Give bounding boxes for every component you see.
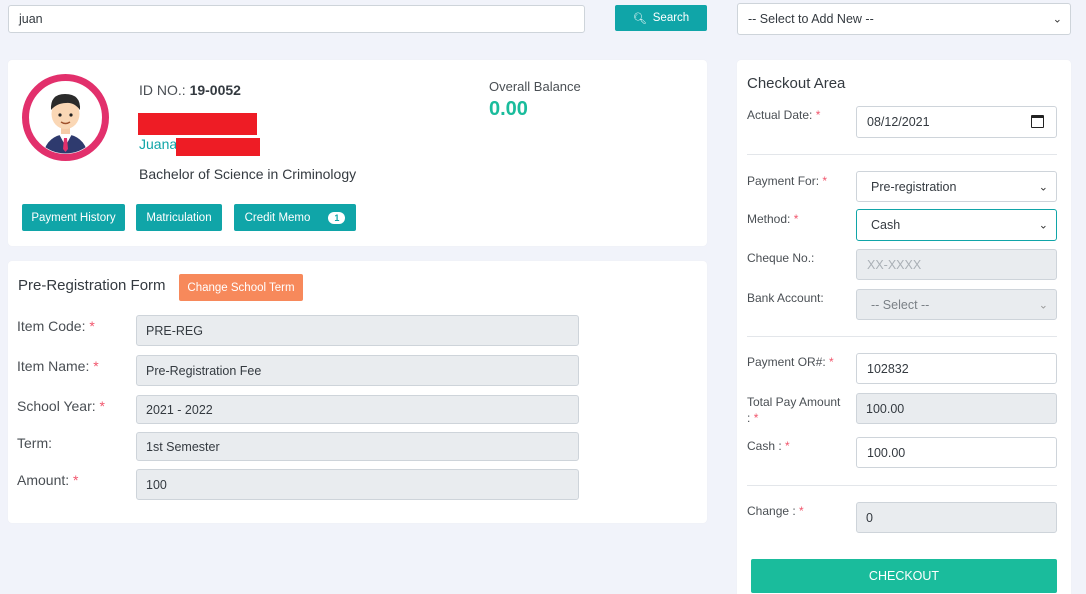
credit-memo-badge: 1 — [328, 211, 346, 224]
checkout-title: Checkout Area — [747, 75, 846, 92]
item-code-label: Item Code: * — [17, 318, 95, 334]
search-icon: 🔍︎ — [632, 12, 647, 25]
item-code-field: PRE-REG — [136, 315, 579, 346]
avatar — [22, 74, 109, 161]
search-input[interactable]: juan — [8, 5, 585, 33]
matriculation-button[interactable]: Matriculation — [136, 204, 222, 231]
payment-or-input[interactable]: 102832 — [856, 353, 1057, 384]
student-course: Bachelor of Science in Criminology — [139, 166, 357, 182]
term-label: Term: — [17, 435, 52, 451]
student-first-name[interactable]: Juana — [139, 136, 177, 152]
divider — [747, 485, 1057, 486]
student-id: ID NO.: 19-0052 — [139, 82, 241, 98]
add-new-select-value: -- Select to Add New -- — [748, 12, 874, 26]
cheque-no-label: Cheque No.: — [747, 251, 815, 265]
method-label: Method: * — [747, 212, 799, 226]
chevron-down-icon: ⌄ — [1038, 219, 1048, 232]
form-title: Pre-Registration Form — [18, 277, 166, 294]
overall-balance-label: Overall Balance — [489, 79, 581, 94]
change-label: Change : * — [747, 504, 804, 518]
school-year-label: School Year: * — [17, 398, 105, 414]
student-id-value: 19-0052 — [189, 82, 241, 98]
redacted-name-block — [138, 113, 257, 135]
search-button-label: Search — [652, 12, 690, 24]
cash-label: Cash : * — [747, 439, 790, 453]
amount-label: Amount: * — [17, 472, 79, 488]
chevron-down-icon: ⌄ — [1052, 13, 1062, 26]
item-name-label: Item Name: * — [17, 358, 99, 374]
divider — [747, 154, 1057, 155]
payment-or-label: Payment OR#: * — [747, 355, 834, 369]
payment-for-select[interactable]: Pre-registration ⌄ — [856, 171, 1057, 202]
credit-memo-label: Credit Memo — [244, 211, 311, 224]
total-pay-amount-label: Total Pay Amount : * — [747, 395, 841, 425]
checkout-button[interactable]: CHECKOUT — [751, 559, 1057, 593]
payment-history-label: Payment History — [31, 211, 116, 224]
matriculation-label: Matriculation — [146, 211, 212, 224]
bank-account-select: -- Select -- ⌄ — [856, 289, 1057, 320]
amount-field: 100 — [136, 469, 579, 500]
bank-account-label: Bank Account: — [747, 291, 824, 305]
add-new-select[interactable]: -- Select to Add New -- ⌄ — [737, 3, 1071, 35]
change-school-term-button[interactable]: Change School Term — [179, 274, 303, 301]
checkout-button-label: CHECKOUT — [868, 569, 940, 583]
search-input-value: juan — [19, 12, 43, 26]
cash-input[interactable]: 100.00 — [856, 437, 1057, 468]
redacted-surname-block — [176, 138, 260, 156]
actual-date-label: Actual Date: * — [747, 108, 821, 122]
calendar-icon[interactable] — [1031, 115, 1044, 128]
method-select[interactable]: Cash ⌄ — [856, 209, 1057, 241]
term-field: 1st Semester — [136, 432, 579, 461]
payment-for-label: Payment For: * — [747, 174, 828, 188]
change-school-term-label: Change School Term — [187, 281, 295, 294]
divider — [747, 336, 1057, 337]
change-field: 0 — [856, 502, 1057, 533]
chevron-down-icon: ⌄ — [1038, 299, 1048, 311]
actual-date-input[interactable]: 08/12/2021 — [856, 106, 1057, 138]
school-year-field: 2021 - 2022 — [136, 395, 579, 424]
payment-history-button[interactable]: Payment History — [22, 204, 125, 231]
student-id-label: ID NO.: — [139, 82, 186, 98]
item-name-field: Pre-Registration Fee — [136, 355, 579, 386]
cheque-no-input: XX-XXXX — [856, 249, 1057, 280]
credit-memo-button[interactable]: Credit Memo 1 — [234, 204, 356, 231]
chevron-down-icon: ⌄ — [1038, 181, 1048, 193]
search-button[interactable]: 🔍︎ Search — [615, 5, 707, 31]
total-pay-amount-field: 100.00 — [856, 393, 1057, 424]
overall-balance-value: 0.00 — [489, 98, 528, 120]
